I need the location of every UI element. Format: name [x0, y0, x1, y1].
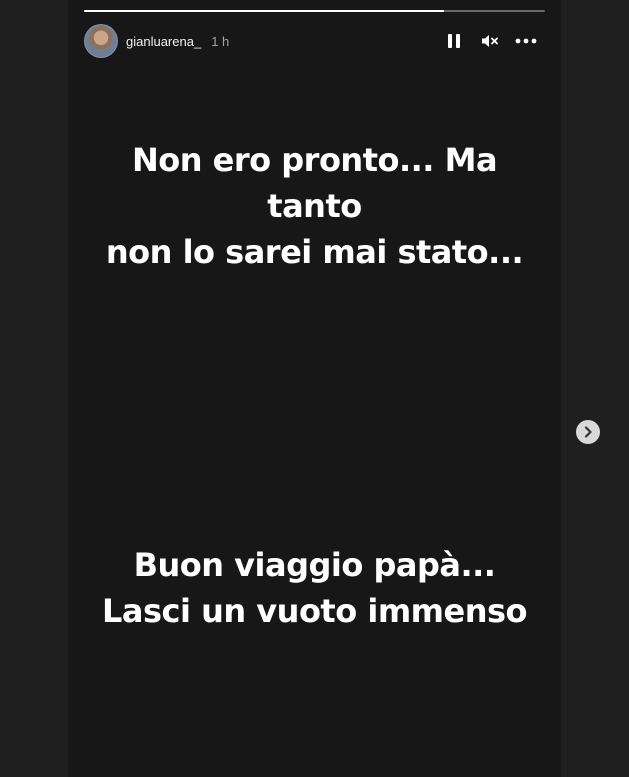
chevron-right-icon [584, 426, 592, 438]
speaker-muted-icon [482, 35, 498, 47]
story-header: gianluarena_ 1 h [84, 24, 545, 58]
avatar[interactable] [84, 24, 118, 58]
story-caption-top: Non ero pronto... Ma tanto non lo sarei … [68, 137, 561, 275]
caption-line: Non ero pronto... Ma [131, 141, 498, 179]
story-card[interactable]: gianluarena_ 1 h Non ero pronto... Ma ta… [68, 0, 561, 777]
story-progress-bar [84, 10, 545, 12]
more-options-button[interactable] [515, 30, 537, 52]
post-time: 1 h [211, 33, 230, 49]
more-options-icon [515, 38, 537, 44]
story-progress-fill [84, 10, 444, 12]
pause-button[interactable] [443, 30, 465, 52]
caption-line: non lo sarei mai stato... [105, 233, 524, 271]
story-controls [443, 30, 545, 52]
caption-line: Buon viaggio papà... [133, 546, 496, 584]
caption-line: Lasci un vuoto immenso [101, 592, 528, 630]
next-story-button[interactable] [576, 420, 600, 444]
story-caption-bottom: Buon viaggio papà... Lasci un vuoto imme… [68, 542, 561, 634]
username[interactable]: gianluarena_ [126, 34, 201, 49]
story-viewer-page: gianluarena_ 1 h Non ero pronto... Ma ta… [0, 0, 629, 777]
caption-line: tanto [267, 187, 362, 225]
pause-icon [448, 34, 460, 48]
mute-button[interactable] [479, 30, 501, 52]
